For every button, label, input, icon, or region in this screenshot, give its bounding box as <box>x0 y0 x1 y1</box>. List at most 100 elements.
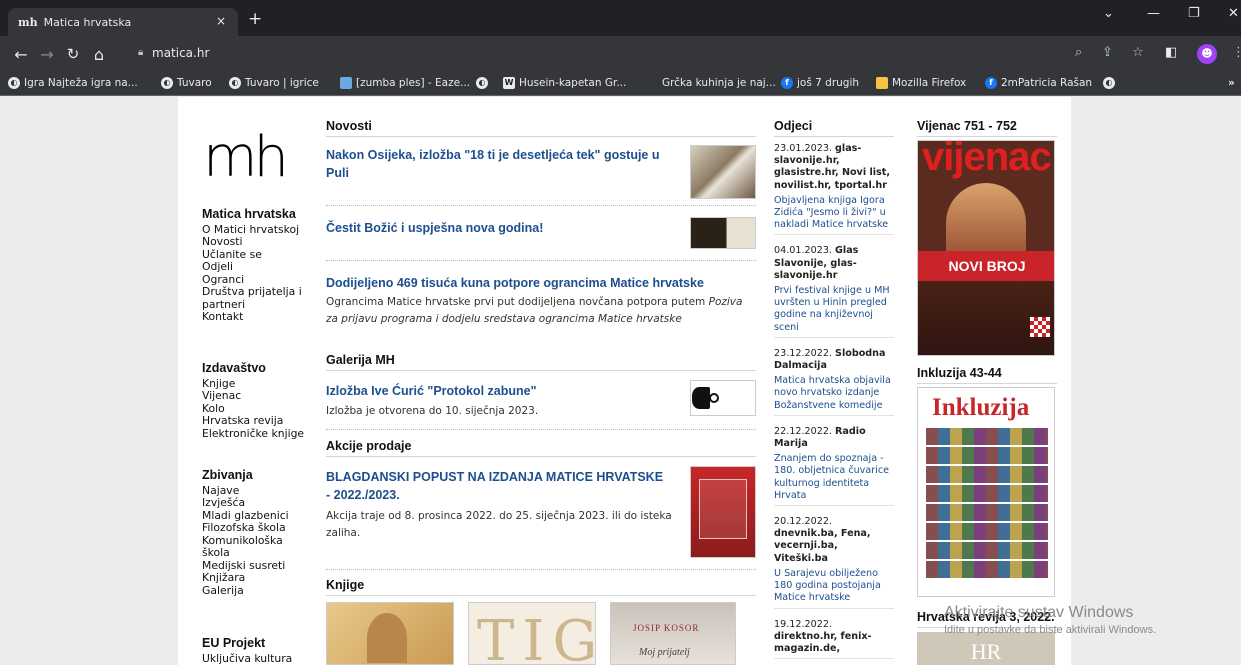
new-issue-banner[interactable]: NOVI BROJ <box>918 251 1054 281</box>
globe-icon: ◐ <box>161 77 173 89</box>
sidebar-section-zbivanja: Zbivanja Najave Izvješća Mladi glazbenic… <box>202 469 297 597</box>
facebook-icon: f <box>985 77 997 89</box>
bookmark-item[interactable]: ◐ <box>476 77 492 89</box>
bookmark-item[interactable]: W Husein-kapetan Gr... <box>503 77 626 89</box>
facebook-icon: f <box>781 77 793 89</box>
sidebar-link[interactable]: Izvješća <box>202 496 297 510</box>
bookmark-item[interactable]: Grčka kuhinja je naj... <box>662 77 776 89</box>
lock-icon[interactable]: 🔒︎ <box>138 47 146 58</box>
sidebar-section-eu: EU Projekt Uključiva kultura <box>202 637 292 665</box>
sidebar-link[interactable]: Društva prijatelja i partneri <box>202 285 307 311</box>
press-item: 04.01.2023. Glas Slavonije, glas-slavoni… <box>774 245 894 338</box>
tab-bar: mh Matica hrvatska × + ⌄ — ❐ ✕ <box>0 0 1241 36</box>
sidebar-section-matica: Matica hrvatska O Matici hrvatskoj Novos… <box>202 208 307 324</box>
zoom-icon[interactable]: ⌕ <box>1075 45 1082 60</box>
sale-title[interactable]: BLAGDANSKI POPUST NA IZDANJA MATICE HRVA… <box>326 468 666 504</box>
bookmark-item[interactable]: ◐ Igra Najteža igra na... <box>8 77 138 89</box>
press-link[interactable]: Prvi festival knjige u MH uvršten u Hini… <box>774 285 894 334</box>
divider <box>326 569 756 570</box>
bookmark-item[interactable]: [zumba ples] - Eaze... <box>340 77 470 89</box>
sidebar-link[interactable]: Komunikološka škola <box>202 534 297 560</box>
sidebar-link[interactable]: Filozofska škola <box>202 521 297 535</box>
news-thumbnail[interactable] <box>690 217 756 249</box>
vijenac-heading: Vijenac 751 - 752 <box>917 119 1057 137</box>
navigation-bar: ← → ↻ ⌂ 🔒︎ matica.hr ⌕ ⇪ ☆ ◧ ☻ ⋮ <box>0 36 1241 72</box>
new-tab-icon[interactable]: + <box>248 9 262 29</box>
press-link[interactable]: Znanjem do spoznaja - 180. obljetnica ču… <box>774 453 894 502</box>
bookmark-item[interactable]: ◐ Tuvaro | igrice <box>229 77 319 89</box>
sidebar-link[interactable]: Kontakt <box>202 310 307 324</box>
reload-icon[interactable]: ↻ <box>60 45 86 63</box>
sidebar-link[interactable]: Hrvatska revija <box>202 414 304 428</box>
bookmarks-overflow-icon[interactable]: » <box>1228 77 1235 89</box>
web-page: mh Matica hrvatska O Matici hrvatskoj No… <box>178 97 1071 665</box>
tab-favicon: mh <box>18 15 38 29</box>
sidebar-link[interactable]: Knjižara <box>202 571 297 585</box>
restore-icon[interactable]: ❐ <box>1188 6 1200 21</box>
news-thumbnail[interactable] <box>690 145 756 199</box>
w-icon: W <box>503 77 515 89</box>
sale-description: Akcija traje od 8. prosinca 2022. do 25.… <box>326 510 672 539</box>
side-panel-icon[interactable]: ◧ <box>1165 45 1177 60</box>
folder-icon <box>876 77 888 89</box>
book-cover[interactable]: JOSIP KOSOR Moj prijatelj <box>610 602 736 665</box>
sidebar-link[interactable]: Uključiva kultura <box>202 652 292 665</box>
bookmark-item[interactable]: f 2mPatricia Rašan <box>985 77 1092 89</box>
sidebar-link[interactable]: Odjeli <box>202 260 307 274</box>
bookmark-item[interactable]: f još 7 drugih <box>781 77 859 89</box>
vijenac-cover[interactable]: vijenac NOVI BROJ <box>917 140 1055 356</box>
press-item: 23.12.2022. Slobodna Dalmacija Matica hr… <box>774 348 894 416</box>
bookmark-item[interactable]: ◐ <box>1103 77 1119 89</box>
sidebar-heading: Matica hrvatska <box>202 207 296 221</box>
bookmark-star-icon[interactable]: ☆ <box>1132 45 1144 60</box>
news-description: Ograncima Matice hrvatske prvi put dodij… <box>326 296 743 325</box>
site-logo[interactable]: mh <box>203 125 289 190</box>
share-icon[interactable]: ⇪ <box>1102 45 1113 60</box>
press-link[interactable]: U Sarajevu obilježeno 180 godina postoja… <box>774 568 894 605</box>
bookmark-folder[interactable]: Mozilla Firefox <box>876 77 966 89</box>
book-cover[interactable] <box>326 602 454 665</box>
home-icon[interactable]: ⌂ <box>86 45 112 64</box>
page-icon: ◐ <box>8 77 20 89</box>
inkluzija-cover[interactable]: Inkluzija <box>917 387 1055 597</box>
galerija-heading: Galerija MH <box>326 353 756 371</box>
profile-avatar[interactable]: ☻ <box>1197 44 1217 64</box>
sale-thumbnail[interactable] <box>690 466 756 558</box>
inkluzija-heading: Inkluzija 43-44 <box>917 366 1057 384</box>
close-tab-icon[interactable]: × <box>216 14 226 28</box>
press-item: 19.12.2022. direktno.hr, fenix-magazin.d… <box>774 619 894 660</box>
divider <box>326 205 756 206</box>
sidebar-link[interactable]: Galerija <box>202 584 297 598</box>
minimize-icon[interactable]: — <box>1147 6 1160 21</box>
press-link[interactable]: Objavljena knjiga Igora Zidića "Jesmo li… <box>774 195 894 232</box>
gallery-title[interactable]: Izložba Ive Ćurić "Protokol zabune" <box>326 382 676 400</box>
menu-icon[interactable]: ⋮ <box>1232 45 1241 60</box>
tab-search-icon[interactable]: ⌄ <box>1103 6 1114 21</box>
globe-icon: ◐ <box>476 77 488 89</box>
revija-cover[interactable]: HR <box>917 632 1055 665</box>
close-window-icon[interactable]: ✕ <box>1228 6 1239 21</box>
press-item: 22.12.2022. Radio Marija Znanjem do spoz… <box>774 426 894 507</box>
news-title[interactable]: Dodijeljeno 469 tisuća kuna potpore ogra… <box>326 274 756 292</box>
sidebar-heading: EU Projekt <box>202 636 266 650</box>
news-title[interactable]: Čestit Božić i uspješna nova godina! <box>326 219 676 237</box>
sidebar-heading: Izdavaštvo <box>202 361 266 375</box>
book-cover[interactable]: TIG <box>468 602 596 665</box>
divider <box>326 260 756 261</box>
press-item: 20.12.2022. dnevnik.ba, Fena, vecernji.b… <box>774 516 894 609</box>
press-link[interactable]: Matica hrvatska objavila novo hrvatsko i… <box>774 375 894 412</box>
press-item: 23.01.2023. glas-slavonije.hr, glasistre… <box>774 143 894 236</box>
sidebar-link[interactable]: Novosti <box>202 235 307 249</box>
address-bar[interactable]: matica.hr <box>152 46 209 60</box>
forward-icon[interactable]: → <box>34 45 60 64</box>
sidebar-link[interactable]: Vijenac <box>202 389 304 403</box>
news-title[interactable]: Nakon Osijeka, izložba "18 ti je desetlj… <box>326 146 676 182</box>
sidebar-heading: Zbivanja <box>202 468 253 482</box>
gallery-thumbnail[interactable] <box>690 380 756 416</box>
sidebar-link[interactable]: Elektroničke knjige <box>202 427 304 441</box>
windows-activation-watermark: Aktivirajte sustav Windows Idite u posta… <box>944 604 1157 636</box>
back-icon[interactable]: ← <box>8 45 34 64</box>
bookmark-item[interactable]: ◐ Tuvaro <box>161 77 212 89</box>
browser-tab[interactable]: mh Matica hrvatska × <box>8 8 238 36</box>
divider <box>326 429 756 430</box>
